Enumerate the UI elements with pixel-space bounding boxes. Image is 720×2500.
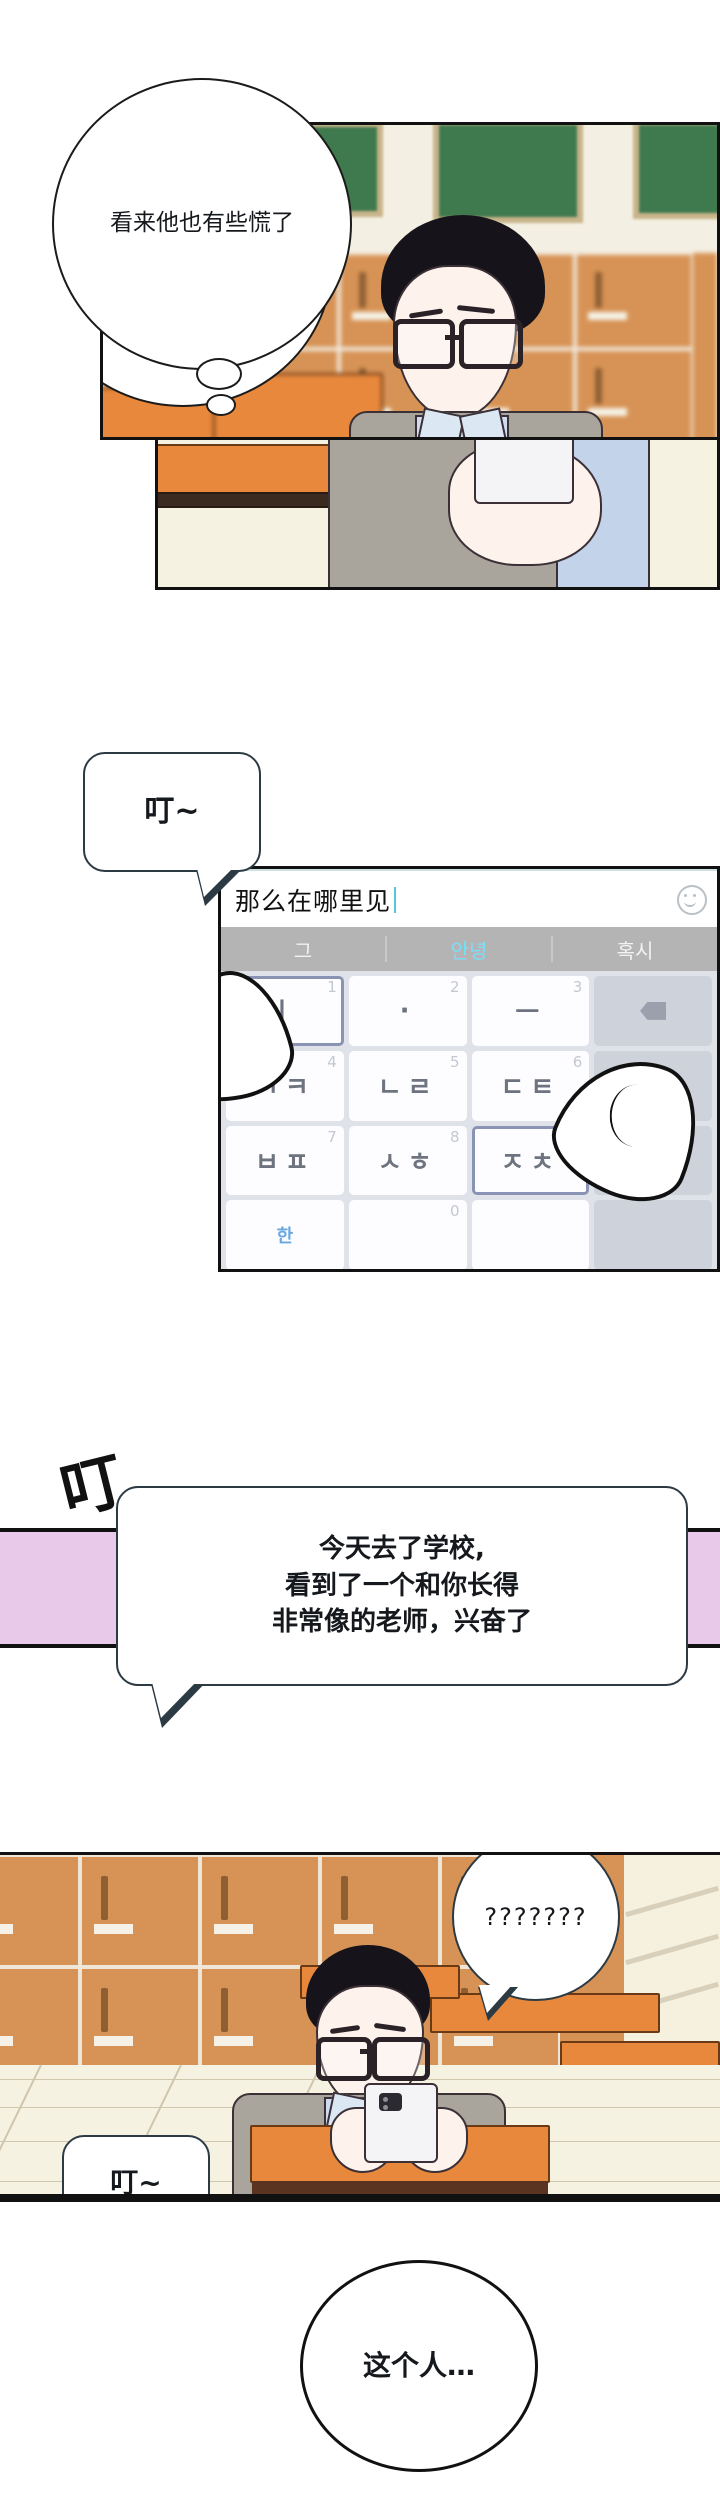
- question-bubble-text: ???????: [484, 1902, 588, 1931]
- character-torso: [328, 440, 717, 587]
- thought-bubble-text-overlay: 看来他也有些慌了: [110, 210, 294, 237]
- sfx-ding-big: 叮: [53, 1443, 130, 1530]
- key-number: 5: [449, 1052, 460, 1071]
- glasses-lens-left: [316, 2037, 372, 2081]
- desk-foreground-edge: [252, 2181, 548, 2195]
- key-label: ㄷㅌ: [500, 1073, 561, 1104]
- glasses-bridge: [445, 335, 459, 340]
- message-input-row[interactable]: 那么在哪里见: [221, 869, 717, 929]
- key-backspace[interactable]: [594, 976, 712, 1046]
- character-man: [349, 215, 613, 437]
- key-eu[interactable]: 3 ㅡ: [471, 976, 590, 1046]
- key-dot[interactable]: 2 ·: [348, 976, 467, 1046]
- locker: [80, 1855, 200, 1967]
- key-blank[interactable]: [471, 1200, 590, 1269]
- sfx-bubble-ding-2: 叮~: [62, 2135, 210, 2197]
- backspace-icon: [640, 1001, 667, 1020]
- glasses-lens-right: [459, 319, 523, 369]
- panel-2: [155, 440, 720, 590]
- key-nieun-rieul[interactable]: 5 ㄴㄹ: [348, 1050, 467, 1121]
- smiley-icon[interactable]: [677, 885, 707, 915]
- message-bubble-tail-fill: [151, 1678, 200, 1718]
- key-label: ㅈㅊ: [500, 1147, 561, 1178]
- message-bubble-text: 今天去了学校, 看到了一个和你长得 非常像的老师，兴奋了: [271, 1533, 532, 1638]
- key-bieup-pieup[interactable]: 7 ㅂㅍ: [226, 1125, 344, 1196]
- panel-5-bottom-bleed: [0, 2194, 720, 2202]
- message-bubble-panel-4: 今天去了学校, 看到了一个和你长得 非常像的老师，兴奋了: [116, 1486, 688, 1686]
- key-label: ㅂㅍ: [254, 1147, 315, 1178]
- glasses: [389, 319, 523, 369]
- glasses-bridge: [360, 2049, 374, 2054]
- suggestion-0[interactable]: 그: [221, 935, 385, 964]
- key-space[interactable]: [594, 1200, 712, 1269]
- chalkboard-far-right: [633, 125, 717, 219]
- key-number: 1: [327, 978, 337, 996]
- suggestion-1[interactable]: 안녕: [387, 935, 551, 964]
- sfx-bubble-ding-1-tail-fill: [196, 864, 237, 897]
- desk-side: [158, 492, 342, 508]
- sfx-bubble-ding-1-text: 叮~: [144, 794, 200, 830]
- comic-page: 看来他也有些慌了 看来他也有些慌了 叮~ 那么在哪里见: [0, 0, 720, 2500]
- suggestion-bar: 그 안녕 혹시: [221, 927, 717, 971]
- glasses-lens-left: [393, 319, 455, 369]
- phone-device-on-desk: [364, 2083, 438, 2163]
- thought-dot-small: [206, 394, 236, 416]
- glasses: [316, 2037, 430, 2081]
- floor-line-diagonal: [0, 2064, 42, 2192]
- locker: [80, 1967, 200, 2079]
- suggestion-2[interactable]: 혹시: [553, 935, 717, 964]
- key-number: 8: [449, 1127, 460, 1146]
- phone-screen: 那么在哪里见 그 안녕 혹시 1 ㅣ 2 · 3 ㅡ 4 ㄱㅋ 5 ㄴㄹ 6 ㄷ…: [221, 869, 717, 1269]
- glasses-lens-right: [372, 2037, 430, 2081]
- key-label: 한: [276, 1226, 294, 1248]
- locker: [0, 1967, 80, 2079]
- sfx-bubble-ding-1: 叮~: [83, 752, 261, 872]
- question-bubble-tail-fill: [479, 1985, 512, 2013]
- thought-dot-large: [196, 358, 242, 390]
- key-number: 2: [449, 978, 460, 996]
- key-label: ·: [399, 995, 416, 1026]
- key-number: 3: [572, 978, 583, 996]
- key-language[interactable]: 한: [226, 1200, 344, 1269]
- locker: [0, 1855, 80, 1967]
- thought-bubble-panel-1-overlay: 看来他也有些慌了: [52, 78, 352, 370]
- fingernail: [608, 1083, 663, 1148]
- key-number: 6: [572, 1052, 583, 1071]
- text-caret: [394, 887, 397, 913]
- message-input-value[interactable]: 那么在哪里见: [221, 882, 391, 918]
- closing-bubble-text: 这个人…: [362, 2348, 475, 2382]
- key-number: 4: [327, 1052, 337, 1071]
- phone-camera-icon: [378, 2092, 403, 2111]
- key-label: ㅡ: [515, 998, 546, 1029]
- key-siot-hieut[interactable]: 8 ㅅㅎ: [348, 1125, 467, 1196]
- closing-bubble: 这个人…: [300, 2260, 538, 2472]
- key-label: ㅅㅎ: [377, 1147, 438, 1178]
- key-zero[interactable]: 0: [348, 1200, 467, 1269]
- panel-5: ??????? 叮~: [0, 1852, 720, 2200]
- panel-6: 这个人…: [0, 2200, 720, 2500]
- chalkboard-right: [433, 125, 583, 223]
- key-label: ㄴㄹ: [377, 1073, 438, 1104]
- panel-3: 那么在哪里见 그 안녕 혹시 1 ㅣ 2 · 3 ㅡ 4 ㄱㅋ 5 ㄴㄹ 6 ㄷ…: [218, 866, 720, 1272]
- key-number: 0: [449, 1202, 460, 1221]
- key-number: 7: [327, 1127, 337, 1146]
- phone-device: [474, 440, 574, 504]
